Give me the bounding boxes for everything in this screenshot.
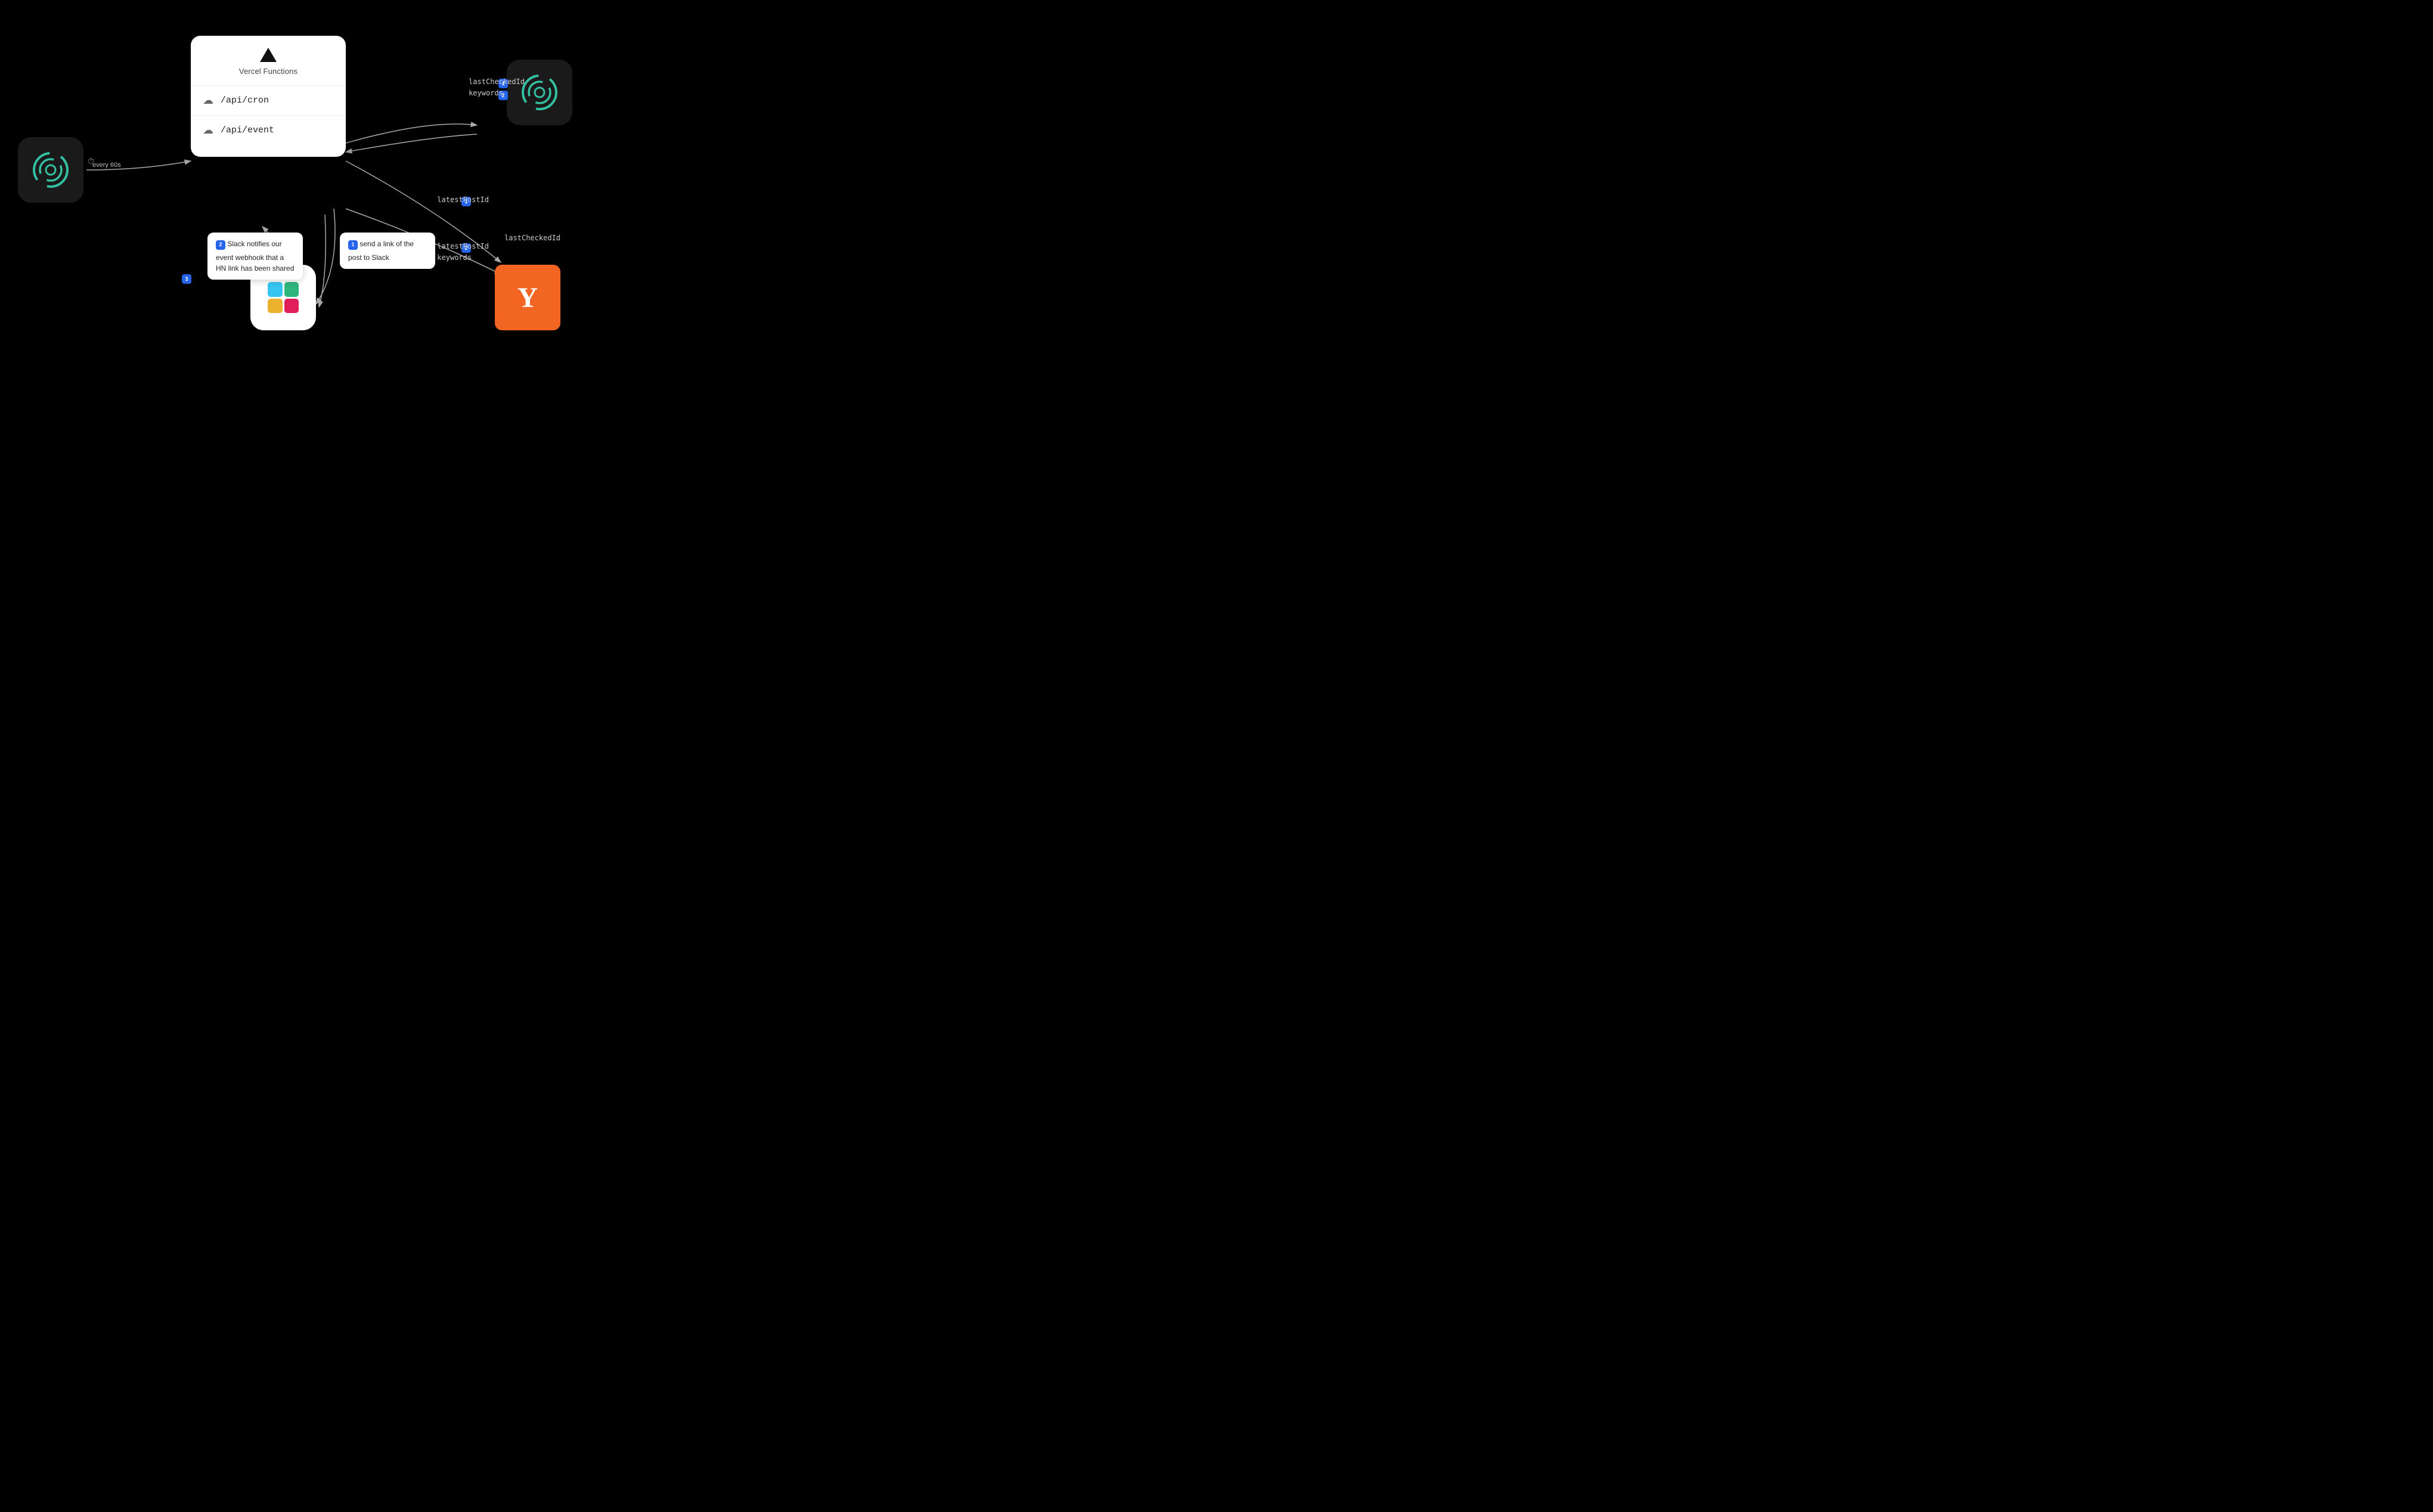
vercel-card-header: Vercel Functions [191,48,346,85]
vercel-title: Vercel Functions [239,67,297,76]
diagram-container: Vercel Functions ☁ /api/cron ☁ /api/even… [0,0,608,378]
api-cron-endpoint: ☁ /api/cron [191,85,346,115]
cloud-icon-cron: ☁ [203,94,213,107]
every-60s-label: every 60s [92,161,121,170]
tooltip-slack-notify: 2 Slack notifies our event webhook that … [207,233,303,280]
api-event-endpoint: ☁ /api/event [191,115,346,145]
label-lastcheckedid-bot: lastCheckedId [504,233,560,244]
tooltip-send-link-text: send a link of the post to Slack [348,240,414,262]
vercel-card: Vercel Functions ☁ /api/cron ☁ /api/even… [191,36,346,157]
badge-2-tooltip: 2 [216,240,225,250]
badge-3: 3 [182,274,191,284]
sentry-left-icon [18,137,83,203]
badge-1-tooltip: 1 [348,240,358,250]
api-event-text: /api/event [221,125,274,135]
vercel-triangle-icon [260,48,277,62]
api-cron-text: /api/cron [221,95,269,106]
tooltip-slack-notify-text: Slack notifies our event webhook that a … [216,240,294,272]
label-latestpostid-top: latestPostId [437,194,489,206]
label-lastcheckedid: lastCheckedId keywords [469,76,525,99]
label-latestpostid-bot: latestPostId keywords [437,241,489,264]
yc-letter: Y [517,281,538,314]
yc-icon: Y [495,265,560,330]
cloud-icon-event: ☁ [203,124,213,137]
tooltip-send-link: 1 send a link of the post to Slack [340,233,435,269]
